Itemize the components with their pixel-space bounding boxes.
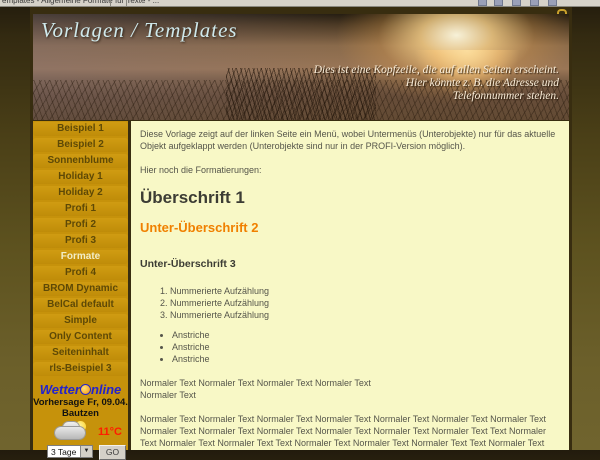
- intro-paragraph-2: Hier noch die Formatierungen:: [140, 164, 557, 176]
- heading-2: Unter-Überschrift 2: [140, 220, 557, 236]
- weather-widget: Wetter nline Vorhersage Fr, 09.04. Bautze…: [33, 383, 128, 460]
- sidebar-item-profi-1[interactable]: Profi 1: [33, 202, 128, 216]
- sidebar-item-profi-4[interactable]: Profi 4: [33, 266, 128, 280]
- normal-text-line: Normaler Text: [140, 390, 196, 400]
- normal-text-long: Normaler Text Normaler Text Normaler Tex…: [140, 413, 557, 450]
- normal-text-short: Normaler Text Normaler Text Normaler Tex…: [140, 377, 557, 401]
- forecast-date: Vorhersage Fr, 09.04.: [33, 397, 128, 408]
- browser-toolbar-icon[interactable]: [478, 0, 487, 6]
- tagline-line: Telefonnummer stehen.: [453, 90, 559, 102]
- sidebar-item-rls-beispiel-3[interactable]: rls-Beispiel 3: [33, 362, 128, 376]
- toolbar-separator: [126, 0, 127, 6]
- numbered-list: Nummerierte Aufzählung Nummerierte Aufzä…: [140, 285, 557, 321]
- tagline-line: Dies ist eine Kopfzeile, die auf allen S…: [314, 64, 559, 76]
- browser-toolbar-icon[interactable]: [530, 0, 539, 6]
- browser-toolbar-icon[interactable]: [548, 0, 557, 6]
- main-content: Diese Vorlage zeigt auf der linken Seite…: [131, 121, 569, 450]
- go-button[interactable]: GO: [99, 445, 126, 460]
- tagline-line: Hier könnte z. B. die Adresse und: [406, 77, 559, 89]
- heading-1: Überschrift 1: [140, 188, 557, 208]
- browser-tab-title: emplates - Allgemeine Formate für Texte …: [2, 0, 159, 5]
- browser-titlebar: emplates - Allgemeine Formate für Texte …: [0, 0, 600, 7]
- browser-toolbar-icon[interactable]: [494, 0, 503, 6]
- cloud-icon: [55, 427, 85, 439]
- sun-globe-icon: [80, 384, 91, 395]
- logo-text-prefix: Wetter: [40, 382, 80, 397]
- sidebar-item-seiteninhalt[interactable]: Seiteninhalt: [33, 346, 128, 360]
- numbered-list-item: Nummerierte Aufzählung: [170, 297, 557, 309]
- bullet-list-item: Anstriche: [172, 329, 557, 341]
- logo-text-suffix: nline: [91, 382, 121, 397]
- temperature-value: 11°C: [98, 426, 122, 438]
- sidebar-item-only-content[interactable]: Only Content: [33, 330, 128, 344]
- sidebar-item-brom-dynamic[interactable]: BROM Dynamic: [33, 282, 128, 296]
- chevron-down-icon[interactable]: ▼: [80, 446, 92, 457]
- normal-text-line: Normaler Text Normaler Text Normaler Tex…: [140, 378, 371, 388]
- weather-controls: 3 Tage ▼ GO: [33, 445, 128, 460]
- sidebar-item-holiday-2[interactable]: Holiday 2: [33, 186, 128, 200]
- intro-paragraph: Diese Vorlage zeigt auf der linken Seite…: [140, 128, 557, 152]
- browser-toolbar-icon[interactable]: [512, 0, 521, 6]
- numbered-list-item: Nummerierte Aufzählung: [170, 285, 557, 297]
- bullet-list: Anstriche Anstriche Anstriche: [140, 329, 557, 365]
- sidebar-item-simple[interactable]: Simple: [33, 314, 128, 328]
- bullet-list-item: Anstriche: [172, 353, 557, 365]
- header-tagline: Dies ist eine Kopfzeile, die auf allen S…: [314, 64, 559, 103]
- sidebar-item-profi-3[interactable]: Profi 3: [33, 234, 128, 248]
- partly-cloudy-icon: [55, 421, 89, 441]
- heading-3: Unter-Überschrift 3: [140, 258, 557, 271]
- forecast-city: Bautzen: [33, 408, 128, 419]
- sidebar-menu: Beispiel 1 Beispiel 2 Sonnenblume Holida…: [33, 121, 128, 450]
- wetteronline-logo: Wetter nline: [33, 383, 128, 397]
- header-banner: Vorlagen / Templates Dies ist eine Kopfz…: [33, 14, 569, 120]
- forecast-range-select[interactable]: 3 Tage ▼: [47, 445, 93, 458]
- sidebar-item-formate[interactable]: Formate: [33, 250, 128, 264]
- sidebar-item-belcal-default[interactable]: BelCal default: [33, 298, 128, 312]
- toolbar-separator: [110, 0, 111, 6]
- numbered-list-item: Nummerierte Aufzählung: [170, 309, 557, 321]
- forecast-range-value: 3 Tage: [51, 447, 76, 457]
- sidebar-item-holiday-1[interactable]: Holiday 1: [33, 170, 128, 184]
- sidebar-item-beispiel-2[interactable]: Beispiel 2: [33, 138, 128, 152]
- sidebar-item-sonnenblume[interactable]: Sonnenblume: [33, 154, 128, 168]
- sidebar-item-profi-2[interactable]: Profi 2: [33, 218, 128, 232]
- bullet-list-item: Anstriche: [172, 341, 557, 353]
- site-title: Vorlagen / Templates: [41, 18, 238, 43]
- weather-condition-row: 11°C: [33, 421, 128, 443]
- sidebar-item-beispiel-1[interactable]: Beispiel 1: [33, 122, 128, 136]
